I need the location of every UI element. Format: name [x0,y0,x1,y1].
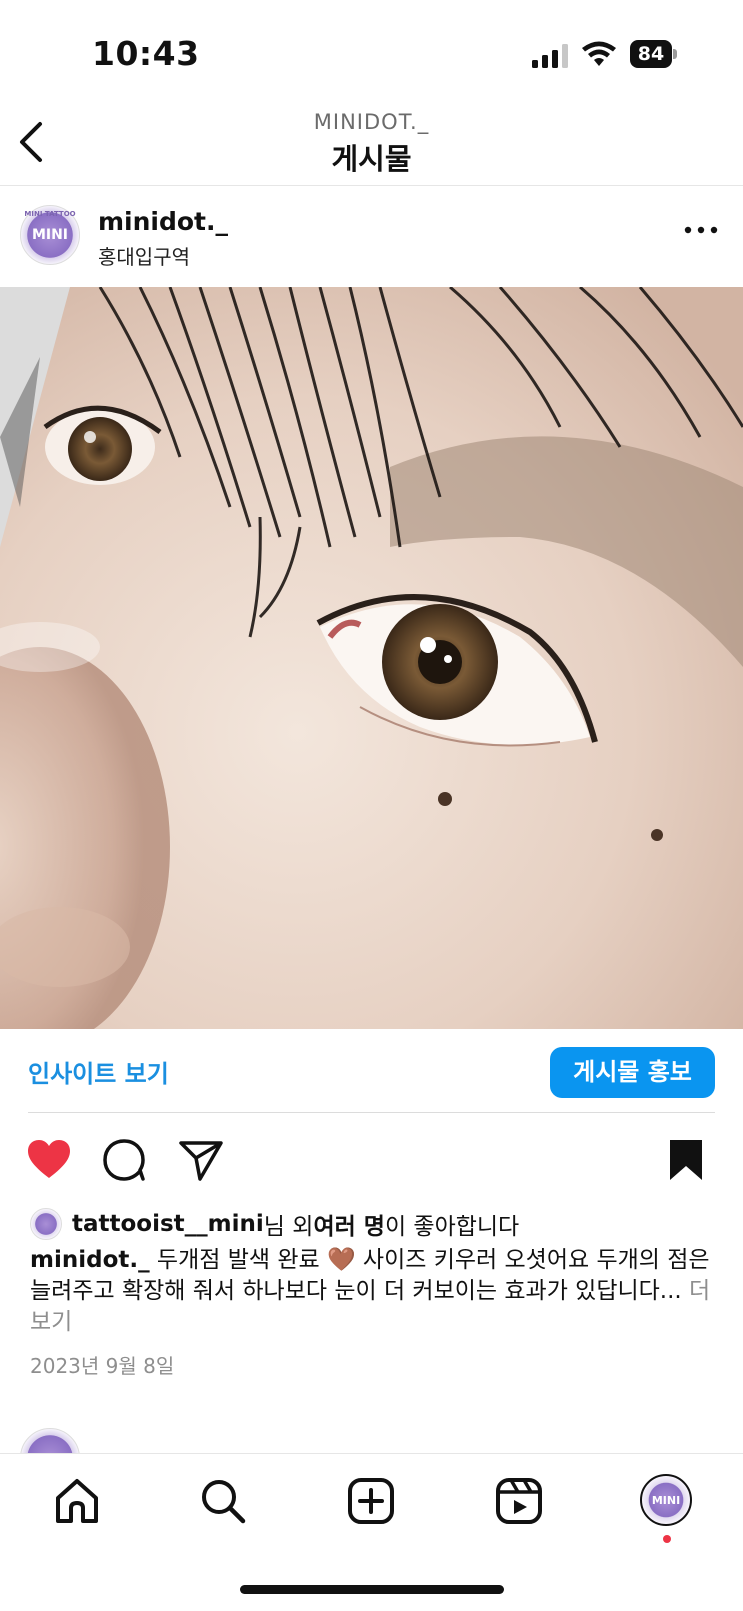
profile-avatar-text: MINI [651,1493,681,1507]
battery-indicator: 84 [630,40,677,68]
status-time: 10:43 [92,34,200,73]
likes-text-1: 님 외 [263,1214,314,1240]
liker-avatar [30,1208,62,1240]
post-location[interactable]: 홍대입구역 [98,241,190,270]
likes-summary[interactable]: tattooist__mini 님 외 여러 명 이 좋아합니다 [30,1207,519,1241]
avatar[interactable]: MINI TATTOO MINI [20,205,80,265]
avatar-text: MINI [31,227,69,243]
search-icon[interactable] [198,1476,248,1526]
view-insights-link[interactable]: 인사이트 보기 [28,1054,169,1089]
header-account-name: MINIDOT._ [313,110,430,134]
post-username[interactable]: minidot._ [98,207,228,236]
reels-icon[interactable] [494,1476,544,1526]
avatar-ring-text: MINI TATTOO [24,210,76,218]
bottom-tab-bar: MINI [0,1453,743,1611]
bookmark-icon[interactable] [666,1138,706,1182]
wifi-icon [582,41,616,66]
heart-icon[interactable] [26,1138,72,1182]
photo-illustration [0,287,743,1029]
likes-text-2: 이 좋아합니다 [384,1214,520,1240]
profile-avatar[interactable]: MINI [640,1474,692,1526]
notification-dot [663,1535,671,1543]
battery-level: 84 [630,40,672,68]
create-icon[interactable] [346,1476,396,1526]
page-title: 게시물 [331,142,412,176]
home-icon[interactable] [52,1476,102,1526]
page-header: MINIDOT._ 게시물 [0,100,743,186]
more-dots-icon[interactable] [684,225,718,235]
caption-username[interactable]: minidot._ [30,1247,150,1273]
status-bar: 10:43 84 [0,0,743,100]
promote-post-button[interactable]: 게시물 홍보 [550,1047,715,1098]
post-header: MINI TATTOO MINI minidot._ 홍대입구역 [0,187,743,287]
cellular-signal-icon [532,44,568,68]
post-date: 2023년 9월 8일 [30,1354,175,1378]
paper-plane-icon[interactable] [178,1138,224,1182]
home-indicator [240,1585,504,1594]
post-caption: minidot._ 두개점 발색 완료 🤎 사이즈 키우러 오셧어요 두개의 점… [30,1245,720,1338]
battery-tip [673,49,677,59]
liker-username[interactable]: tattooist__mini [72,1211,264,1237]
divider [28,1112,715,1113]
post-photo[interactable] [0,287,743,1029]
comment-icon[interactable] [102,1138,148,1182]
likes-many[interactable]: 여러 명 [313,1207,385,1241]
